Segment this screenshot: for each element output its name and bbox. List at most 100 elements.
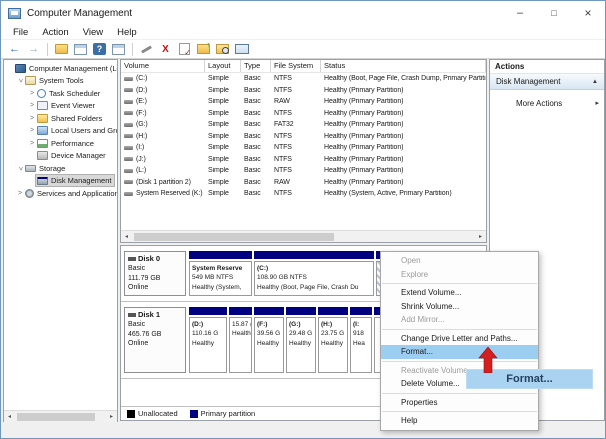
performance-icon: [37, 139, 48, 148]
tree-item-shared-folders[interactable]: Shared Folders: [4, 112, 117, 125]
tree-item-device-manager[interactable]: Device Manager: [4, 150, 117, 163]
column-file-system[interactable]: File System: [271, 60, 321, 72]
expand-icon[interactable]: [16, 190, 24, 197]
table-row[interactable]: (G:)SimpleBasicFAT32Healthy (Primary Par…: [121, 119, 486, 131]
partition-f[interactable]: (F:)39.56 GHealthy: [254, 307, 284, 373]
volume-icon: [124, 146, 133, 150]
menu-separator: [382, 411, 537, 412]
sidebar-horizontal-scrollbar[interactable]: [4, 410, 117, 422]
disk-icon: [128, 257, 136, 261]
maximize-icon[interactable]: [537, 1, 571, 25]
toolbar-separator: [47, 43, 48, 56]
export-list-icon[interactable]: [53, 42, 70, 57]
menu-action[interactable]: Action: [35, 27, 75, 38]
scroll-left-icon[interactable]: [4, 411, 15, 422]
app-icon: [8, 8, 21, 19]
show-action-pane-icon[interactable]: [110, 42, 127, 57]
tree-item-performance[interactable]: Performance: [4, 137, 117, 150]
menu-item-change-drive-letter[interactable]: Change Drive Letter and Paths...: [381, 332, 538, 346]
expand-icon[interactable]: [28, 102, 36, 109]
partition-h[interactable]: (H:)23.75 GHealthy: [318, 307, 348, 373]
table-row[interactable]: (E:)SimpleBasicRAWHealthy (Primary Parti…: [121, 96, 486, 108]
menu-item-format[interactable]: Format...: [381, 345, 538, 359]
expand-icon[interactable]: [28, 140, 36, 147]
tree-item-task-scheduler[interactable]: Task Scheduler: [4, 87, 117, 100]
menu-file[interactable]: File: [6, 27, 35, 38]
scrollbar-thumb[interactable]: [134, 233, 334, 241]
scroll-left-icon[interactable]: [121, 231, 132, 242]
table-row[interactable]: (D:)SimpleBasicNTFSHealthy (Primary Part…: [121, 85, 486, 97]
column-volume[interactable]: Volume: [121, 60, 205, 72]
table-row[interactable]: (L:)SimpleBasicNTFSHealthy (Primary Part…: [121, 165, 486, 177]
menu-item-help[interactable]: Help: [381, 414, 538, 428]
disk-0-label[interactable]: Disk 0 Basic 111.79 GB Online: [124, 251, 186, 296]
minimize-icon[interactable]: [503, 1, 537, 25]
table-row[interactable]: (H:)SimpleBasicNTFSHealthy (Primary Part…: [121, 131, 486, 143]
scroll-right-icon[interactable]: [106, 411, 117, 422]
tree-item-event-viewer[interactable]: Event Viewer: [4, 100, 117, 113]
tree-item-system-tools[interactable]: System Tools: [4, 75, 117, 88]
table-row[interactable]: (Disk 1 partition 2)SimpleBasicRAWHealth…: [121, 177, 486, 189]
computer-management-window: Computer Management File Action View Hel…: [0, 0, 606, 439]
system-tools-icon: [25, 76, 36, 85]
table-row[interactable]: (I:)SimpleBasicNTFSHealthy (Primary Part…: [121, 142, 486, 154]
expand-icon[interactable]: [28, 127, 36, 134]
show-console-tree-icon[interactable]: [72, 42, 89, 57]
menu-item-shrink-volume[interactable]: Shrink Volume...: [381, 300, 538, 314]
scroll-right-icon[interactable]: [475, 231, 486, 242]
expand-icon[interactable]: [28, 90, 36, 97]
tree-item-storage[interactable]: Storage: [4, 162, 117, 175]
table-row[interactable]: (F:)SimpleBasicNTFSHealthy (Primary Part…: [121, 108, 486, 120]
volume-icon: [124, 180, 133, 184]
tree-item-computer-management[interactable]: Computer Management (Local: [4, 62, 117, 75]
partition-d[interactable]: (D:)110.16 GHealthy: [189, 307, 227, 373]
primary-partition-strip: [318, 307, 348, 315]
volume-list-horizontal-scrollbar[interactable]: [121, 230, 486, 242]
menu-item-open: Open: [381, 254, 538, 268]
table-row[interactable]: (J:)SimpleBasicNTFSHealthy (Primary Part…: [121, 154, 486, 166]
column-layout[interactable]: Layout: [205, 60, 241, 72]
browse-folder-icon[interactable]: [214, 42, 231, 57]
menu-help[interactable]: Help: [110, 27, 144, 38]
wrench-tool-icon[interactable]: [138, 42, 155, 57]
computer-icon: [15, 64, 26, 73]
device-manager-icon: [37, 151, 48, 160]
column-type[interactable]: Type: [241, 60, 271, 72]
partition-i[interactable]: (I:918Hea: [350, 307, 372, 373]
menu-view[interactable]: View: [76, 27, 110, 38]
forward-icon[interactable]: [25, 42, 42, 57]
actions-group-disk-management[interactable]: Disk Management ▲: [490, 74, 604, 90]
collapse-icon[interactable]: [17, 164, 24, 172]
tree-item-local-users-groups[interactable]: Local Users and Groups: [4, 125, 117, 138]
back-icon[interactable]: [6, 42, 23, 57]
menu-item-explore: Explore: [381, 268, 538, 282]
scrollbar-thumb[interactable]: [17, 413, 95, 421]
more-actions-item[interactable]: More Actions ▸: [490, 95, 604, 111]
delete-icon[interactable]: [157, 42, 174, 57]
menu-separator: [382, 361, 537, 362]
actions-header: Actions: [490, 60, 604, 74]
window-title: Computer Management: [27, 8, 132, 19]
properties-document-icon[interactable]: [176, 42, 193, 57]
column-status[interactable]: Status: [321, 60, 486, 72]
help-icon[interactable]: [91, 42, 108, 57]
menu-separator: [382, 393, 537, 394]
close-icon[interactable]: [571, 1, 605, 25]
menu-item-extend-volume[interactable]: Extend Volume...: [381, 286, 538, 300]
partition-c[interactable]: (C:)108.90 GB NTFSHealthy (Boot, Page Fi…: [254, 251, 374, 296]
partition-g[interactable]: (G:)29.48 GHealthy: [286, 307, 316, 373]
disk-1-label[interactable]: Disk 1 Basic 465.76 GB Online: [124, 307, 186, 373]
volume-icon: [124, 111, 133, 115]
tree-item-disk-management[interactable]: Disk Management: [4, 175, 117, 188]
expand-icon[interactable]: [28, 115, 36, 122]
display-screen-icon[interactable]: [233, 42, 250, 57]
partition-e[interactable]: 15.87 (Health: [229, 307, 252, 373]
tree-item-services-applications[interactable]: Services and Applications: [4, 187, 117, 200]
collapse-chevron-icon[interactable]: ▲: [592, 79, 598, 85]
table-row[interactable]: System Reserved (K:)SimpleBasicNTFSHealt…: [121, 188, 486, 200]
table-row[interactable]: (C:)SimpleBasicNTFSHealthy (Boot, Page F…: [121, 73, 486, 85]
collapse-icon[interactable]: [17, 77, 24, 85]
add-folder-icon[interactable]: [195, 42, 212, 57]
menu-item-properties[interactable]: Properties: [381, 396, 538, 410]
partition-system-reserved[interactable]: System Reserve549 MB NTFSHealthy (System…: [189, 251, 252, 296]
